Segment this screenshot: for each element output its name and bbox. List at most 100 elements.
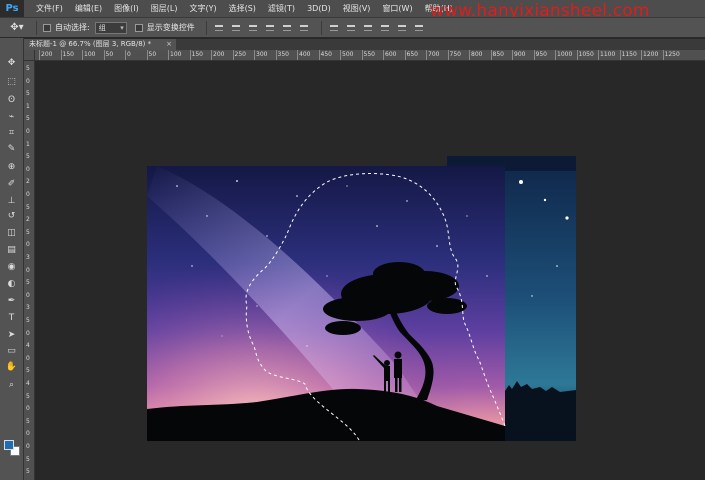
ruler-tick-label: 2 — [26, 216, 30, 224]
ruler-tick-label: 1050 — [578, 51, 594, 58]
auto-select-dropdown[interactable]: 组 — [94, 21, 127, 34]
ruler-tick — [383, 50, 384, 60]
divider — [36, 20, 37, 35]
ruler-tick — [103, 50, 105, 60]
menu-type[interactable]: 文字(Y) — [189, 3, 216, 14]
ruler-tick-label: 5 — [26, 317, 30, 324]
gradient-tool-icon[interactable]: ▤ — [4, 243, 19, 256]
menu-3d[interactable]: 3D(D) — [307, 4, 331, 13]
dodge-tool-icon[interactable]: ◐ — [4, 277, 19, 290]
distribute-vcenter-icon[interactable] — [345, 22, 357, 34]
history-brush-tool-icon[interactable]: ↺ — [4, 209, 19, 222]
canvas-image[interactable] — [147, 156, 576, 441]
ruler-tick-label: 5 — [26, 417, 30, 425]
hand-tool-icon[interactable]: ✋ — [4, 360, 19, 373]
document-canvas[interactable] — [147, 156, 576, 441]
ruler-tick-label: 1000 — [557, 51, 573, 58]
brush-tool-icon[interactable]: ✐ — [4, 177, 19, 190]
eraser-tool-icon[interactable]: ◫ — [4, 226, 19, 239]
foreground-color-swatch[interactable] — [4, 440, 14, 450]
lasso-tool-icon[interactable]: ʘ — [4, 93, 19, 106]
ruler-tick — [254, 50, 255, 60]
menu-image[interactable]: 图像(I) — [114, 3, 139, 14]
menu-view[interactable]: 视图(V) — [343, 3, 371, 14]
ruler-tick-label: 100 — [84, 51, 96, 58]
align-hcenter-icon[interactable] — [281, 22, 293, 34]
ruler-tick — [469, 50, 470, 60]
align-left-icon[interactable] — [264, 22, 276, 34]
ruler-tick — [82, 50, 83, 60]
ruler-tick-label: 2 — [26, 178, 30, 186]
ruler-tick-label: 450 — [320, 51, 332, 58]
align-top-icon[interactable] — [213, 22, 225, 34]
path-select-tool-icon[interactable]: ➤ — [4, 328, 19, 341]
menu-bar: Ps 文件(F) 编辑(E) 图像(I) 图层(L) 文字(Y) 选择(S) 滤… — [0, 0, 705, 21]
shape-tool-icon[interactable]: ▭ — [4, 344, 19, 357]
ruler-tick-label: 600 — [385, 51, 397, 58]
distribute-right-icon[interactable] — [413, 22, 425, 34]
ruler-tick — [641, 50, 642, 60]
ruler-tick-label: 350 — [277, 51, 289, 58]
divider — [205, 20, 207, 35]
ruler-tick-label: 0 — [26, 430, 30, 438]
eyedropper-tool-icon[interactable]: ✎ — [4, 142, 19, 155]
menu-select[interactable]: 选择(S) — [229, 3, 256, 14]
crop-tool-icon[interactable]: ⌗ — [4, 126, 19, 139]
align-vcenter-icon[interactable] — [230, 22, 242, 34]
show-transform-checkbox[interactable] — [134, 23, 143, 32]
canvas-workspace[interactable] — [35, 61, 705, 480]
align-right-icon[interactable] — [298, 22, 310, 34]
auto-select-checkbox[interactable] — [43, 23, 51, 32]
healing-brush-tool-icon[interactable]: ⊕ — [4, 160, 19, 173]
ruler-tick — [490, 50, 492, 60]
menu-layer[interactable]: 图层(L) — [151, 3, 178, 14]
ruler-tick — [576, 50, 578, 60]
options-bar: ✥▾ 自动选择: 组 显示变换控件 — [0, 17, 705, 38]
distribute-left-icon[interactable] — [379, 22, 391, 34]
menu-window[interactable]: 窗口(W) — [382, 3, 412, 14]
menu-filter[interactable]: 滤镜(T) — [268, 3, 295, 14]
ruler-tick — [340, 50, 341, 60]
blur-tool-icon[interactable]: ◉ — [4, 260, 19, 273]
ruler-tick-label: 850 — [492, 51, 504, 58]
ruler-tick-label: 150 — [191, 51, 203, 58]
close-tab-icon[interactable]: × — [166, 39, 172, 50]
ruler-tick — [39, 50, 40, 60]
ruler-tick-label: 750 — [449, 51, 461, 58]
menu-file[interactable]: 文件(F) — [36, 3, 63, 14]
ruler-tick-label: 0 — [26, 443, 30, 450]
align-bottom-icon[interactable] — [247, 22, 259, 34]
horizontal-ruler[interactable]: 200 150 100 50 0 50 100 150 200 250 300 350 400 450 50… — [35, 50, 705, 61]
ruler-tick-label: 0 — [26, 128, 30, 135]
quick-select-tool-icon[interactable]: ⌁ — [4, 110, 19, 123]
ruler-tick-label: 5 — [26, 455, 30, 463]
pen-tool-icon[interactable]: ✒ — [4, 294, 19, 307]
ruler-tick-label: 1250 — [664, 51, 680, 58]
ruler-origin[interactable] — [24, 50, 35, 61]
type-tool-icon[interactable]: T — [4, 311, 19, 324]
ruler-tick-label: 5 — [26, 468, 30, 476]
ruler-tick-label: 0 — [26, 354, 30, 362]
menu-edit[interactable]: 编辑(E) — [75, 3, 102, 14]
ruler-tick-label: 100 — [170, 51, 182, 58]
ruler-tick — [598, 50, 599, 60]
vertical-ruler[interactable]: 5 0 5 1 5 0 1 5 0 2 0 5 2 5 0 3 0 5 0 3 5 0 4 0 5 4 5 0 5 0 0 5 5 — [24, 61, 35, 480]
zoom-tool-icon[interactable]: ⌕ — [4, 378, 19, 391]
move-tool-icon[interactable]: ✥ — [4, 56, 19, 69]
clone-stamp-tool-icon[interactable]: ⊥ — [4, 194, 19, 207]
distribute-bottom-icon[interactable] — [362, 22, 374, 34]
ruler-tick — [211, 50, 212, 60]
distribute-hcenter-icon[interactable] — [396, 22, 408, 34]
ruler-tick-label: 1 — [26, 140, 30, 148]
distribute-top-icon[interactable] — [328, 22, 340, 34]
ruler-tick-label: 5 — [26, 228, 30, 236]
move-tool-preset-icon[interactable]: ✥▾ — [4, 20, 30, 35]
ruler-tick — [533, 50, 535, 60]
document-tab[interactable]: 未标题-1 @ 66.7% (图层 3, RGB/8) * × — [24, 39, 176, 50]
ruler-tick-label: 0 — [26, 165, 30, 173]
ruler-tick-label: 0 — [26, 266, 30, 274]
ruler-tick-label: 0 — [26, 329, 30, 337]
ruler-tick-label: 1200 — [643, 51, 659, 58]
marquee-tool-icon[interactable]: ⬚ — [4, 75, 19, 88]
ruler-tick-label: 5 — [26, 90, 30, 98]
